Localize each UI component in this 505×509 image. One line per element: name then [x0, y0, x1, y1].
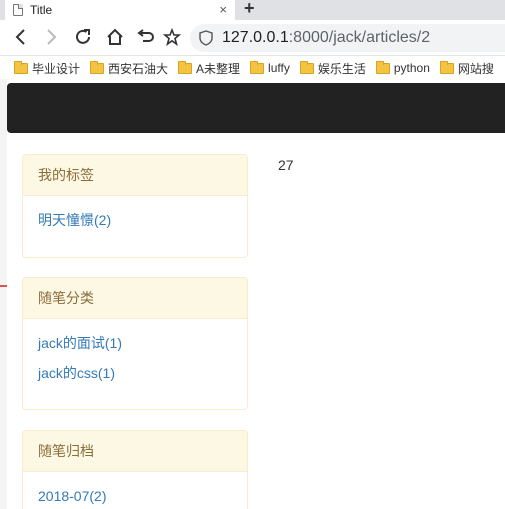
tags-panel: 我的标签 明天憧憬(2) [22, 154, 248, 258]
folder-icon [90, 60, 105, 74]
forward-icon[interactable] [40, 26, 62, 48]
bookmark-label: A未整理 [196, 61, 241, 76]
panel-body: 2018-07(2) [23, 472, 247, 509]
reload-icon[interactable] [72, 26, 94, 48]
article-count: 27 [278, 157, 294, 173]
bookmark-label: luffy [268, 61, 290, 75]
new-tab-button[interactable]: + [244, 0, 255, 19]
folder-icon [299, 60, 314, 74]
shield-icon [199, 30, 213, 46]
folder-icon [250, 60, 265, 74]
folder-icon [14, 60, 28, 74]
bookmark-label: 网站搜 [457, 61, 494, 76]
folder-icon [375, 60, 390, 74]
archive-panel: 随笔归档 2018-07(2) [22, 430, 248, 509]
panel-title: 随笔归档 [23, 431, 247, 472]
address-bar[interactable]: 127.0.0.1:8000/jack/articles/2 [190, 24, 505, 52]
bookmark-folder[interactable]: luffy [250, 60, 290, 75]
panel-body: jack的面试(1) jack的css(1) [23, 319, 247, 404]
bookmark-folder[interactable]: python [375, 60, 430, 75]
background-window-edge [0, 79, 7, 509]
bookmark-folder[interactable]: 网站搜 [439, 60, 494, 77]
top-navbar [7, 83, 505, 133]
folder-icon [178, 60, 193, 74]
bookmark-label: 毕业设计 [32, 61, 81, 76]
panel-title: 随笔分类 [23, 278, 247, 319]
browser-tab[interactable]: Title × [5, 0, 235, 20]
archive-link[interactable]: 2018-07(2) [38, 487, 232, 505]
tab-strip: Title × + [0, 0, 505, 20]
close-tab-icon[interactable]: × [219, 2, 227, 17]
bookmarks-bar: 毕业设计 西安石油大 A未整理 luffy 娱乐生活 python 网站搜 [0, 57, 505, 79]
undo-icon[interactable] [134, 26, 156, 48]
bookmark-label: 娱乐生活 [317, 61, 366, 76]
bookmark-folder[interactable]: 娱乐生活 [299, 60, 366, 77]
home-icon[interactable] [104, 26, 126, 48]
tab-title: Title [30, 3, 53, 17]
category-link[interactable]: jack的css(1) [38, 364, 232, 382]
folder-icon [439, 60, 454, 74]
background-accent-line [0, 285, 7, 287]
tag-link[interactable]: 明天憧憬(2) [38, 211, 232, 229]
bookmark-folder[interactable]: 毕业设计 [14, 60, 80, 77]
category-link[interactable]: jack的面试(1) [38, 334, 232, 352]
bookmark-star-icon[interactable] [161, 26, 183, 48]
browser-toolbar: 127.0.0.1:8000/jack/articles/2 [0, 20, 505, 56]
bookmark-label: python [393, 61, 430, 75]
web-page: 27 我的标签 明天憧憬(2) 随笔分类 jack的面试(1) jack的css… [7, 79, 505, 509]
panel-title: 我的标签 [23, 155, 247, 196]
bookmark-folder[interactable]: 西安石油大 [90, 60, 168, 77]
page-icon [13, 4, 23, 16]
url-path: :8000/jack/articles/2 [288, 29, 431, 46]
bookmark-label: 西安石油大 [108, 61, 169, 76]
bookmark-folder[interactable]: A未整理 [178, 60, 240, 77]
panel-body: 明天憧憬(2) [23, 196, 247, 251]
back-icon[interactable] [10, 26, 32, 48]
category-panel: 随笔分类 jack的面试(1) jack的css(1) [22, 277, 248, 410]
url-host: 127.0.0.1 [222, 29, 289, 46]
